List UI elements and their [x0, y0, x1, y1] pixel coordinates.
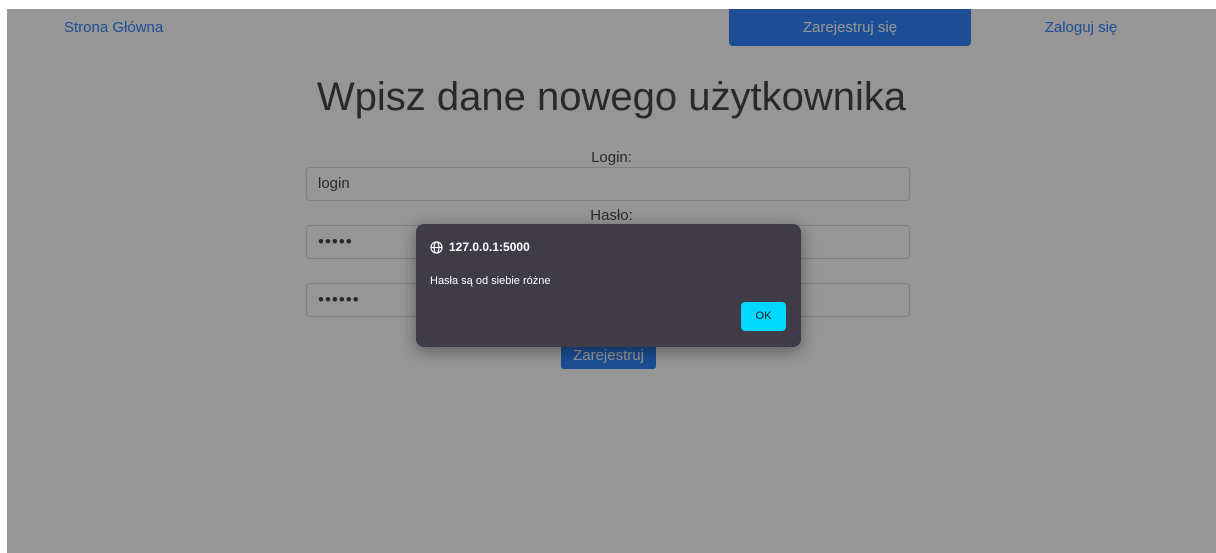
dialog-origin-text: 127.0.0.1:5000 [449, 240, 530, 254]
globe-icon [430, 240, 443, 254]
dialog-origin: 127.0.0.1:5000 [430, 238, 530, 256]
dialog-message: Hasła są od siebie różne [430, 275, 551, 287]
alert-dialog: 127.0.0.1:5000 Hasła są od siebie różne … [416, 224, 801, 347]
dialog-ok-button[interactable]: OK [741, 302, 786, 331]
